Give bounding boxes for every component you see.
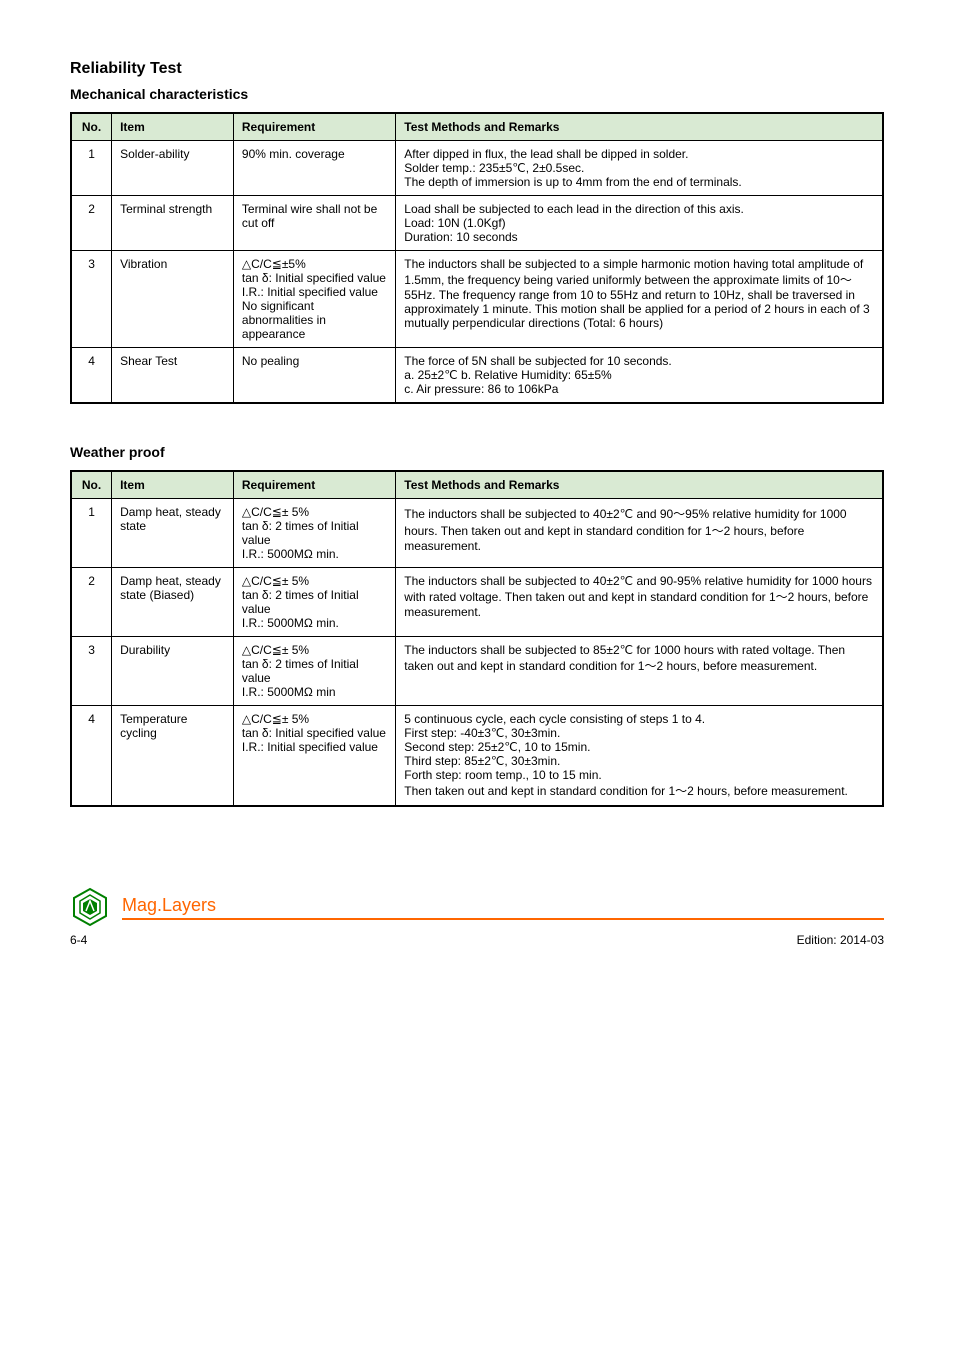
table-header-row: No. Item Requirement Test Methods and Re… — [71, 471, 883, 499]
table-row: 2Damp heat, steady state (Biased)△C/C≦± … — [71, 568, 883, 637]
table-row: 3Durability△C/C≦± 5% tan δ: 2 times of I… — [71, 637, 883, 706]
table-mechanical: No. Item Requirement Test Methods and Re… — [70, 112, 884, 404]
cell-req: △C/C≦± 5% tan δ: 2 times of Initial valu… — [233, 568, 395, 637]
col-method: Test Methods and Remarks — [396, 113, 883, 141]
cell-item: Durability — [112, 637, 234, 706]
cell-no: 4 — [71, 706, 112, 807]
cell-item: Damp heat, steady state — [112, 499, 234, 568]
company-logo-icon — [70, 887, 110, 927]
col-no: No. — [71, 113, 112, 141]
table-row: 4Shear TestNo pealingThe force of 5N sha… — [71, 348, 883, 404]
table-row: 1Solder-ability90% min. coverageAfter di… — [71, 141, 883, 196]
subsection-weatherproof: Weather proof — [70, 444, 884, 460]
page-number: 6-4 — [70, 933, 87, 947]
col-req: Requirement — [233, 113, 395, 141]
cell-no: 1 — [71, 141, 112, 196]
cell-method: 5 continuous cycle, each cycle consistin… — [396, 706, 883, 807]
table-row: 3Vibration△C/C≦±5% tan δ: Initial specif… — [71, 251, 883, 348]
col-req: Requirement — [233, 471, 395, 499]
cell-method: The inductors shall be subjected to 40±2… — [396, 499, 883, 568]
table-weatherproof: No. Item Requirement Test Methods and Re… — [70, 470, 884, 807]
page-footer: Mag.Layers 6-4 Edition: 2014-03 — [70, 887, 884, 947]
col-method: Test Methods and Remarks — [396, 471, 883, 499]
table-header-row: No. Item Requirement Test Methods and Re… — [71, 113, 883, 141]
cell-no: 4 — [71, 348, 112, 404]
table-row: 1Damp heat, steady state△C/C≦± 5% tan δ:… — [71, 499, 883, 568]
cell-req: 90% min. coverage — [233, 141, 395, 196]
cell-req: △C/C≦± 5% tan δ: 2 times of Initial valu… — [233, 499, 395, 568]
cell-method: The inductors shall be subjected to 85±2… — [396, 637, 883, 706]
cell-item: Shear Test — [112, 348, 234, 404]
cell-item: Solder-ability — [112, 141, 234, 196]
col-no: No. — [71, 471, 112, 499]
col-item: Item — [112, 113, 234, 141]
col-item: Item — [112, 471, 234, 499]
cell-item: Vibration — [112, 251, 234, 348]
cell-method: Load shall be subjected to each lead in … — [396, 196, 883, 251]
cell-method: The inductors shall be subjected to 40±2… — [396, 568, 883, 637]
table-row: 2Terminal strengthTerminal wire shall no… — [71, 196, 883, 251]
edition-label: Edition: 2014-03 — [797, 933, 884, 947]
cell-no: 2 — [71, 196, 112, 251]
cell-no: 2 — [71, 568, 112, 637]
footer-divider — [122, 918, 884, 920]
cell-req: △C/C≦±5% tan δ: Initial specified value … — [233, 251, 395, 348]
cell-method: The force of 5N shall be subjected for 1… — [396, 348, 883, 404]
subsection-mechanical: Mechanical characteristics — [70, 86, 884, 102]
cell-method: The inductors shall be subjected to a si… — [396, 251, 883, 348]
cell-item: Temperature cycling — [112, 706, 234, 807]
cell-req: △C/C≦± 5% tan δ: Initial specified value… — [233, 706, 395, 807]
cell-no: 1 — [71, 499, 112, 568]
cell-req: Terminal wire shall not be cut off — [233, 196, 395, 251]
cell-no: 3 — [71, 637, 112, 706]
cell-req: △C/C≦± 5% tan δ: 2 times of Initial valu… — [233, 637, 395, 706]
company-name: Mag.Layers — [122, 895, 884, 916]
cell-item: Damp heat, steady state (Biased) — [112, 568, 234, 637]
cell-item: Terminal strength — [112, 196, 234, 251]
cell-no: 3 — [71, 251, 112, 348]
section-title: Reliability Test — [70, 60, 884, 78]
cell-req: No pealing — [233, 348, 395, 404]
table-row: 4Temperature cycling△C/C≦± 5% tan δ: Ini… — [71, 706, 883, 807]
cell-method: After dipped in flux, the lead shall be … — [396, 141, 883, 196]
